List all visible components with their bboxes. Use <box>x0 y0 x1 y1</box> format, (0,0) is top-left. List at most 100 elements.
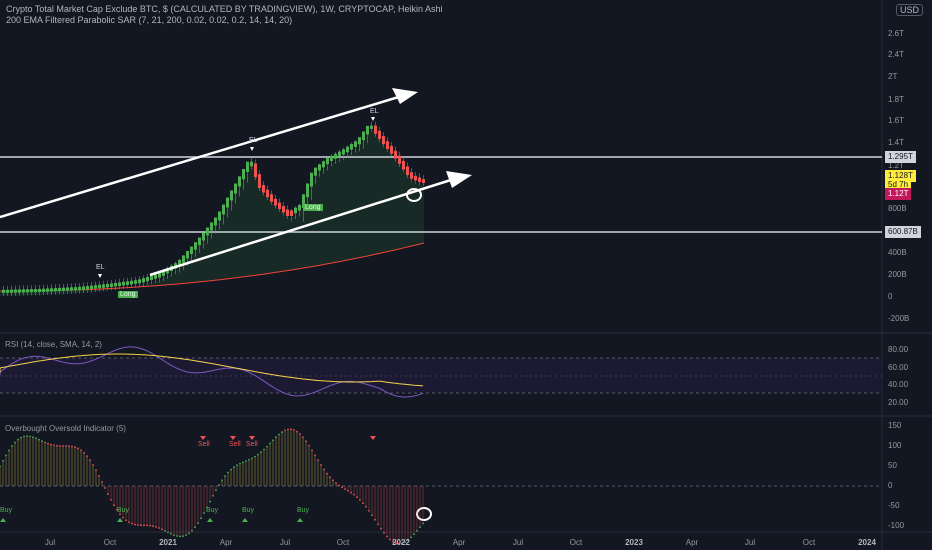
candle-body <box>30 289 33 293</box>
osc-line-point <box>224 475 226 477</box>
sar-value-tag: 1.12T <box>885 188 912 200</box>
candle-body <box>306 183 309 198</box>
candle-body <box>114 282 117 287</box>
sell-down-icon <box>370 436 376 440</box>
price-axis-label: 1.6T <box>888 116 905 125</box>
currency-badge[interactable]: USD <box>896 4 924 16</box>
osc-line-point <box>176 535 178 537</box>
candle-body <box>182 255 185 263</box>
osc-line-point <box>362 502 364 505</box>
highlight-circle <box>416 507 432 521</box>
candle-body <box>402 160 405 170</box>
osc-line-point <box>20 436 22 439</box>
el-marker-label: EL <box>370 108 379 115</box>
price-axis-label: 400B <box>888 248 907 257</box>
osc-line-point <box>416 529 418 532</box>
price-axis-label: 1.4T <box>888 138 905 147</box>
osc-line-point <box>386 535 388 538</box>
chart-legend: Crypto Total Market Cap Exclude BTC, $ (… <box>6 4 442 25</box>
osc-line-point <box>356 496 358 499</box>
candle-body <box>142 278 145 283</box>
candle-body <box>46 288 49 292</box>
candle-body <box>334 153 337 159</box>
price-axis-label: -200B <box>888 314 910 323</box>
time-axis-label: Apr <box>685 538 699 547</box>
indicator-label: 200 EMA Filtered Parabolic SAR (7, 21, 2… <box>6 15 293 25</box>
candle-body <box>398 155 401 164</box>
candle-body <box>366 125 369 135</box>
candle-body <box>230 190 233 201</box>
sell-down-icon <box>249 436 255 440</box>
candle-body <box>310 172 313 187</box>
osc-line-point <box>185 534 187 537</box>
candle-body <box>410 172 413 179</box>
buy-up-icon <box>117 518 123 522</box>
osc-line-point <box>152 525 154 528</box>
el-marker-label: EL <box>249 137 258 144</box>
osc-line-point <box>134 523 136 526</box>
candle-body <box>186 251 189 259</box>
candle-body <box>86 286 89 290</box>
candle-body <box>322 161 325 168</box>
osc-line-point <box>305 440 307 443</box>
candle-body <box>314 167 317 176</box>
osc-line-point <box>239 462 241 465</box>
candle-body <box>110 283 113 287</box>
candle-body <box>10 289 13 293</box>
candle-body <box>238 176 241 187</box>
osc-line-point <box>149 524 151 527</box>
candle-body <box>226 197 229 208</box>
osc-line-point <box>212 494 214 497</box>
candle-body <box>294 207 297 214</box>
candle-body <box>286 209 289 216</box>
candle-body <box>262 185 265 193</box>
osc-line-point <box>242 461 244 464</box>
candle-body <box>350 144 353 150</box>
candle-body <box>394 150 397 159</box>
rsi-axis-label: 20.00 <box>888 398 909 407</box>
candle-body <box>126 281 129 285</box>
osc-line-point <box>110 499 112 501</box>
osc-line-point <box>89 459 91 462</box>
candle-body <box>278 202 281 210</box>
osc-line-point <box>137 524 139 526</box>
long-signal-label: Long <box>118 291 138 298</box>
osc-line-point <box>383 532 385 534</box>
price-axis-label: 2.4T <box>888 50 905 59</box>
osc-line-point <box>317 459 319 462</box>
osc-line-point <box>128 521 130 524</box>
osc-axis-label: -50 <box>888 501 900 510</box>
osc-line-point <box>17 438 19 441</box>
chart-canvas[interactable] <box>0 0 932 550</box>
osc-line-point <box>122 516 124 519</box>
arrow-head-icon <box>446 171 472 188</box>
osc-line-point <box>59 445 61 447</box>
osc-line-point <box>143 524 145 527</box>
candle-body <box>130 280 133 285</box>
candle-body <box>138 279 141 284</box>
time-axis-label: Apr <box>219 538 233 547</box>
time-axis-label: Jul <box>744 538 756 547</box>
candle-body <box>26 289 29 293</box>
osc-line-point <box>14 441 16 444</box>
osc-line-point <box>419 526 421 529</box>
osc-line-point <box>221 479 223 482</box>
osc-axis-label: 0 <box>888 481 893 490</box>
osc-line-point <box>77 447 79 450</box>
osc-line-point <box>86 455 88 458</box>
osc-line-point <box>71 445 73 448</box>
candle-body <box>146 277 149 282</box>
el-marker-label: EL <box>96 264 105 271</box>
candle-body <box>202 232 205 241</box>
buy-up-icon <box>297 518 303 522</box>
osc-line-point <box>236 464 238 467</box>
candle-body <box>118 282 121 286</box>
osc-line-point <box>26 435 28 437</box>
osc-line-point <box>209 500 211 503</box>
level-lower-tag: 600.87B <box>885 226 921 238</box>
osc-line-point <box>203 512 205 514</box>
osc-line-point <box>296 430 298 433</box>
candle-body <box>378 130 381 140</box>
osc-line-point <box>44 441 46 444</box>
osc-line-point <box>278 433 280 436</box>
